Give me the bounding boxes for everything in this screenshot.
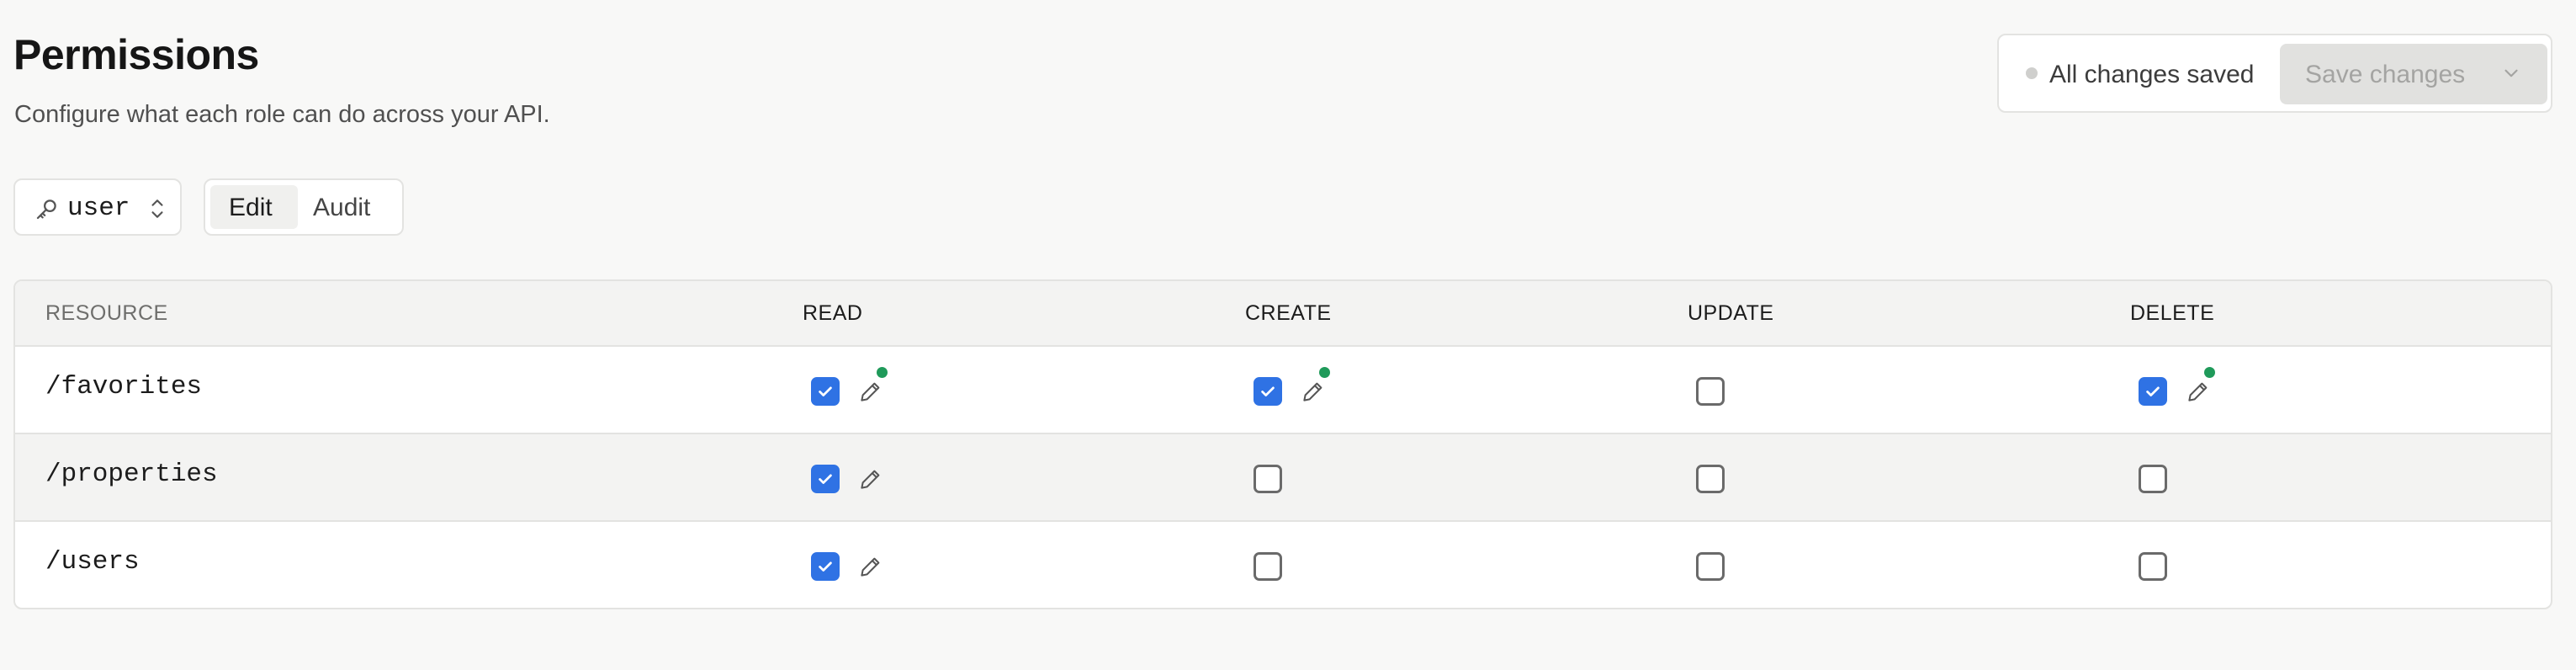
- create-checkbox[interactable]: [1254, 465, 1282, 493]
- pencil-icon[interactable]: [858, 466, 883, 492]
- read-checkbox[interactable]: [811, 465, 840, 493]
- pencil-icon[interactable]: [2186, 379, 2211, 404]
- pencil-icon[interactable]: [858, 554, 883, 579]
- tab-audit-label: Audit: [313, 194, 371, 221]
- delete-checkbox[interactable]: [2139, 552, 2167, 581]
- create-checkbox[interactable]: [1254, 552, 1282, 581]
- column-header-update: UPDATE: [1688, 301, 1774, 325]
- mode-tabs: Edit Audit: [204, 178, 404, 236]
- update-checkbox[interactable]: [1696, 465, 1725, 493]
- delete-checkbox[interactable]: [2139, 377, 2167, 406]
- column-header-create: CREATE: [1245, 301, 1332, 325]
- table-row: /properties: [15, 434, 2551, 522]
- read-checkbox[interactable]: [811, 377, 840, 406]
- tab-audit[interactable]: Audit: [303, 185, 395, 229]
- role-select-value: user: [67, 194, 130, 223]
- changed-indicator-dot: [2204, 367, 2215, 378]
- chevron-down-icon[interactable]: [2500, 62, 2522, 84]
- key-icon: [36, 199, 56, 220]
- page-title: Permissions: [13, 31, 259, 78]
- update-checkbox[interactable]: [1696, 552, 1725, 581]
- delete-checkbox[interactable]: [2139, 465, 2167, 493]
- save-status-text: All changes saved: [2049, 61, 2255, 88]
- tab-edit-label: Edit: [229, 194, 273, 221]
- column-header-delete: DELETE: [2130, 301, 2215, 325]
- table-row: /favorites: [15, 347, 2551, 434]
- chevron-up-down-icon: [151, 199, 163, 218]
- save-changes-label: Save changes: [2305, 61, 2466, 88]
- changed-indicator-dot: [877, 367, 888, 378]
- status-dot: [2026, 67, 2038, 79]
- update-checkbox[interactable]: [1696, 377, 1725, 406]
- table-header: RESOURCE READ CREATE UPDATE DELETE: [15, 281, 2551, 347]
- column-header-read: READ: [803, 301, 863, 325]
- column-header-resource: RESOURCE: [45, 301, 168, 325]
- permissions-table: RESOURCE READ CREATE UPDATE DELETE /favo…: [13, 279, 2552, 609]
- role-select[interactable]: user: [13, 178, 182, 236]
- create-checkbox[interactable]: [1254, 377, 1282, 406]
- page-subtitle: Configure what each role can do across y…: [14, 101, 550, 128]
- read-checkbox[interactable]: [811, 552, 840, 581]
- pencil-icon[interactable]: [1301, 379, 1326, 404]
- pencil-icon[interactable]: [858, 379, 883, 404]
- table-row: /users: [15, 522, 2551, 608]
- resource-path: /users: [45, 547, 140, 577]
- resource-path: /properties: [45, 460, 218, 489]
- changed-indicator-dot: [1319, 367, 1330, 378]
- save-changes-button[interactable]: Save changes: [2280, 44, 2547, 104]
- save-panel: All changes saved Save changes: [1997, 34, 2552, 113]
- resource-path: /favorites: [45, 372, 203, 401]
- tab-edit[interactable]: Edit: [210, 185, 298, 229]
